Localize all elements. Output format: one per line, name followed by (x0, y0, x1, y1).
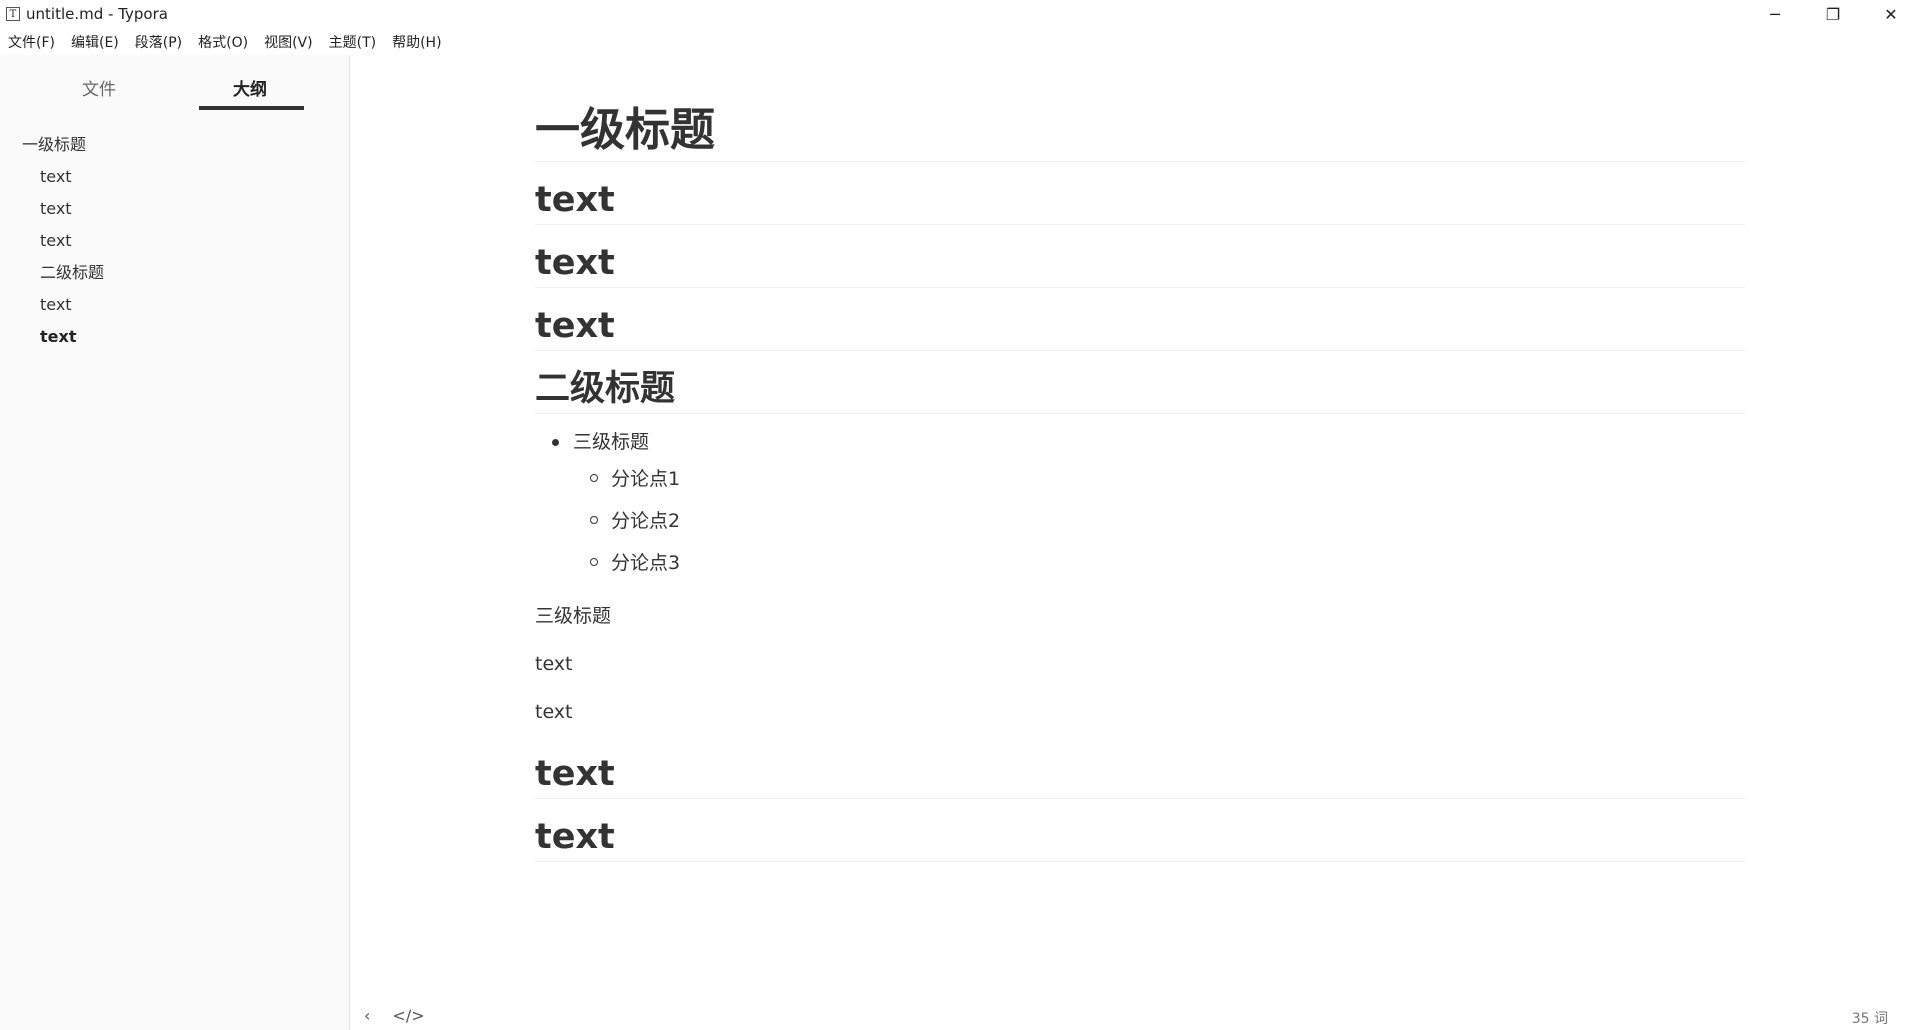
heading-2[interactable]: text (535, 162, 1745, 225)
menu-help[interactable]: 帮助(H) (384, 32, 449, 52)
word-count[interactable]: 35 词 (1852, 1008, 1888, 1028)
list-item[interactable]: 分论点2 (535, 500, 1745, 542)
active-tab-indicator (199, 106, 304, 110)
list-item[interactable]: 分论点1 (535, 458, 1745, 500)
outline-item-active[interactable]: text (0, 321, 349, 353)
restore-button[interactable]: ❐ (1804, 0, 1862, 28)
window-controls: ─ ❐ ✕ (1746, 0, 1920, 28)
sidebar: 文件 大纲 一级标题 text text text 二级标题 text text (0, 55, 350, 1030)
typora-app-icon: T (6, 7, 20, 21)
minimize-button[interactable]: ─ (1746, 0, 1804, 28)
document-content[interactable]: 一级标题 text text text 二级标题 三级标题 分论点1 分论点2 … (535, 100, 1745, 862)
outline-item[interactable]: text (0, 161, 349, 193)
footer-toolbar: ‹ </> (364, 1006, 425, 1025)
typora-window: T untitle.md - Typora ─ ❐ ✕ 文件(F) 编辑(E) … (0, 0, 1920, 1030)
menu-bar: 文件(F) 编辑(E) 段落(P) 格式(O) 视图(V) 主题(T) 帮助(H… (0, 30, 450, 54)
outline-item[interactable]: 二级标题 (0, 257, 349, 289)
paragraph[interactable]: 三级标题 (535, 592, 1745, 640)
menu-edit[interactable]: 编辑(E) (63, 32, 127, 52)
outline-item[interactable]: text (0, 225, 349, 257)
paragraph[interactable]: text (535, 640, 1745, 688)
tab-outline[interactable]: 大纲 (233, 75, 267, 100)
outline-item[interactable]: text (0, 193, 349, 225)
tab-files[interactable]: 文件 (82, 75, 116, 100)
heading-2[interactable]: text (535, 288, 1745, 351)
list-item[interactable]: 分论点3 (535, 542, 1745, 584)
outline-list: 一级标题 text text text 二级标题 text text (0, 129, 349, 353)
close-button[interactable]: ✕ (1862, 0, 1920, 28)
menu-paragraph[interactable]: 段落(P) (127, 32, 190, 52)
chevron-left-icon[interactable]: ‹ (364, 1006, 370, 1025)
menu-file[interactable]: 文件(F) (0, 32, 63, 52)
menu-view[interactable]: 视图(V) (256, 32, 321, 52)
sidebar-tabs: 文件 大纲 (0, 55, 349, 111)
heading-1[interactable]: 一级标题 (535, 100, 1745, 162)
title-bar: T untitle.md - Typora ─ ❐ ✕ (0, 0, 1920, 28)
heading-2[interactable]: text (535, 799, 1745, 862)
menu-format[interactable]: 格式(O) (190, 32, 256, 52)
heading-2[interactable]: text (535, 736, 1745, 799)
menu-theme[interactable]: 主题(T) (321, 32, 384, 52)
window-title: untitle.md - Typora (26, 5, 168, 23)
bullet-list: 三级标题 分论点1 分论点2 分论点3 (535, 426, 1745, 584)
editor-area[interactable]: 一级标题 text text text 二级标题 三级标题 分论点1 分论点2 … (350, 55, 1920, 985)
outline-item[interactable]: 一级标题 (0, 129, 349, 161)
outline-item[interactable]: text (0, 289, 349, 321)
list-item[interactable]: 三级标题 (535, 426, 1745, 458)
heading-2[interactable]: text (535, 225, 1745, 288)
paragraph[interactable]: text (535, 688, 1745, 736)
code-icon[interactable]: </> (392, 1006, 424, 1025)
heading-2[interactable]: 二级标题 (535, 351, 1745, 414)
